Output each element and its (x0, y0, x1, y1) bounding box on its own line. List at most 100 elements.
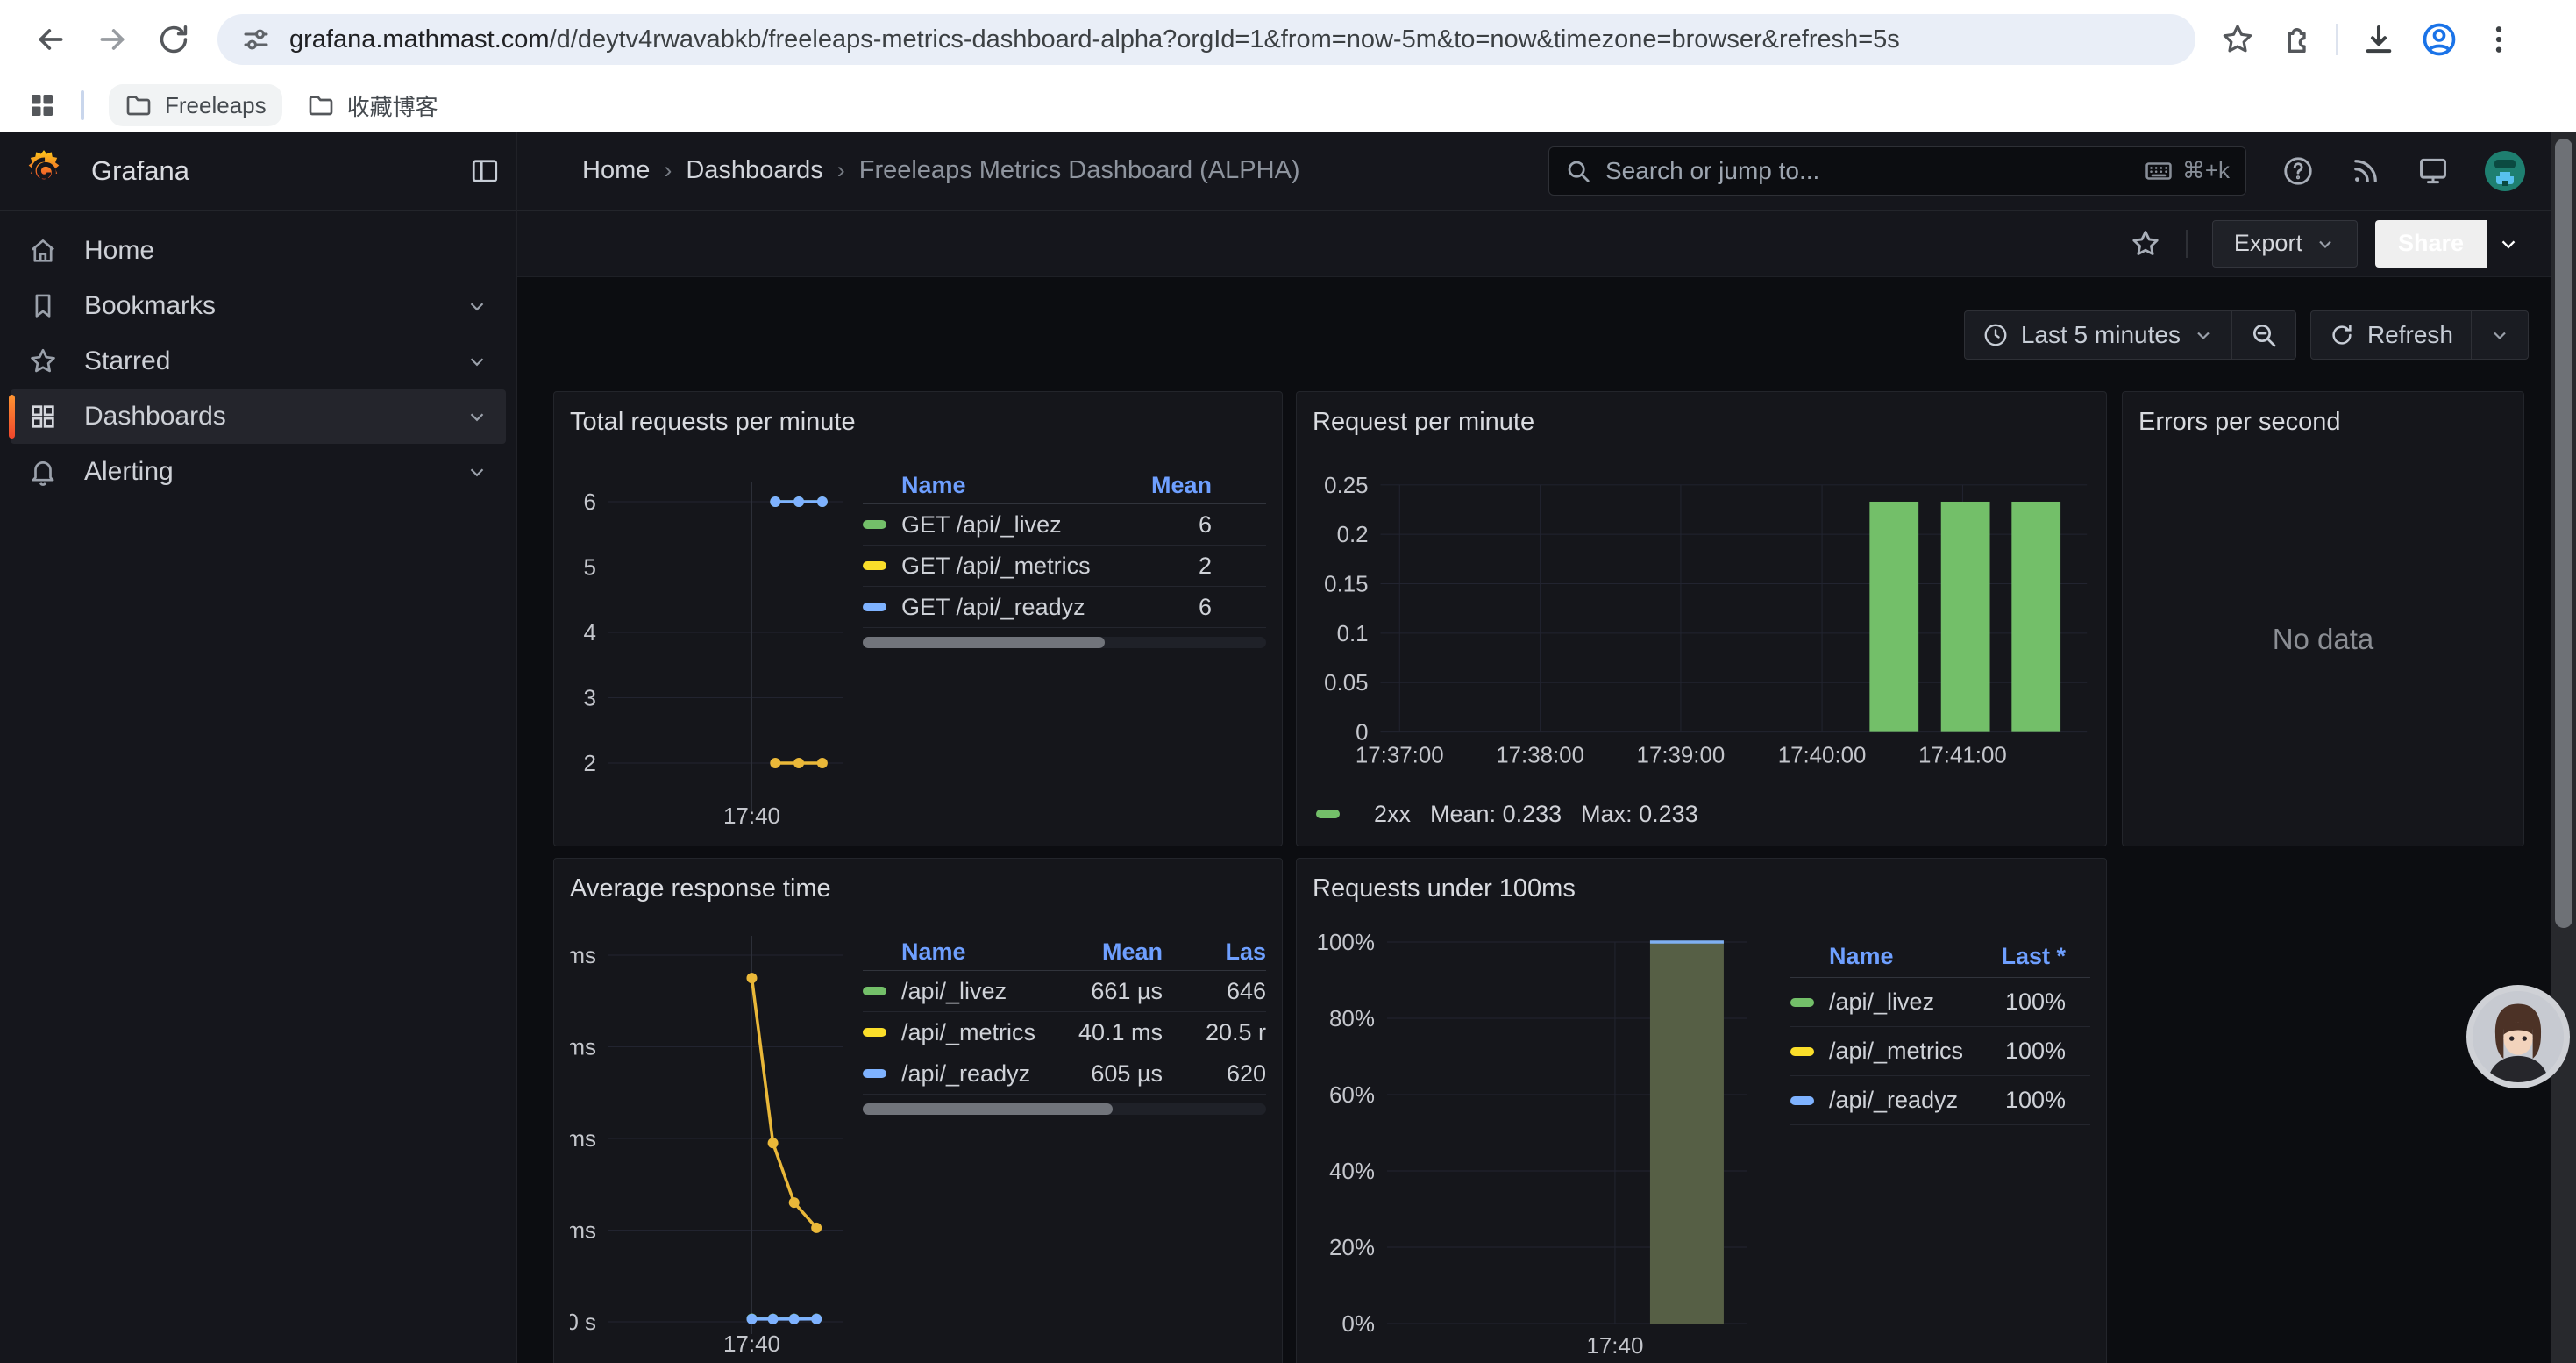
svg-text:20%: 20% (1329, 1234, 1375, 1260)
refresh-interval-button[interactable] (2472, 311, 2528, 359)
panel-title[interactable]: Errors per second (2138, 404, 2508, 445)
share-menu-button[interactable] (2488, 220, 2529, 268)
sidebar-item-home[interactable]: Home (11, 224, 506, 278)
page-scrollbar[interactable] (2551, 132, 2576, 1363)
favorite-star-icon[interactable] (2130, 228, 2161, 260)
apps-grid-icon[interactable] (26, 89, 58, 121)
legend-row[interactable]: GET /api/_readyz 6 (863, 587, 1266, 628)
monitor-icon[interactable] (2416, 154, 2450, 188)
series-swatch (863, 987, 886, 995)
time-range-picker[interactable]: Last 5 minutes (1965, 311, 2231, 359)
chevron-down-icon (2315, 233, 2336, 254)
user-avatar[interactable] (2485, 151, 2525, 191)
breadcrumb-separator: › (664, 157, 672, 184)
share-button[interactable]: Share (2375, 220, 2487, 268)
bookmark-label: 收藏博客 (347, 89, 438, 122)
export-button[interactable]: Export (2212, 220, 2358, 268)
bookmarks-divider (81, 90, 84, 120)
bookmark-label: Freeleaps (165, 92, 267, 119)
panel-title[interactable]: Total requests per minute (570, 404, 1266, 445)
legend-line[interactable]: 2xx Mean: 0.233 Max: 0.233 (1313, 795, 2090, 833)
bell-icon (28, 457, 58, 487)
screen: grafana.mathmast.com/d/deytv4rwavabkb/fr… (0, 0, 2576, 1363)
sidebar-item-label: Starred (84, 346, 466, 376)
series-swatch (863, 561, 886, 570)
chevron-down-icon (466, 405, 488, 428)
legend-row[interactable]: /api/_livez 661 µs 646 (863, 971, 1266, 1012)
svg-text:40%: 40% (1329, 1158, 1375, 1184)
chevron-down-icon (466, 460, 488, 483)
series-swatch (1790, 1096, 1814, 1105)
legend-scrollbar[interactable] (863, 637, 1266, 648)
grafana-logo[interactable] (21, 148, 67, 194)
browser-forward-button[interactable] (88, 15, 137, 64)
chart-request-per-minute[interactable]: 0.250.20.150.10.05017:37:0017:38:0017:39… (1313, 445, 2096, 795)
svg-text:20 ms: 20 ms (570, 1217, 596, 1244)
chart-average-response-time[interactable]: 80 ms60 ms40 ms20 ms0 s17:40 (570, 911, 849, 1363)
legend-row[interactable]: /api/_metrics 100% (1790, 1027, 2090, 1076)
download-icon[interactable] (2360, 21, 2397, 58)
panel-title[interactable]: Requests under 100ms (1313, 871, 2090, 911)
dashboard-canvas: Last 5 minutes Refresh (517, 277, 2551, 1363)
breadcrumb-separator: › (837, 157, 845, 184)
scrollbar-thumb[interactable] (2555, 139, 2572, 928)
browser-toolbar: grafana.mathmast.com/d/deytv4rwavabkb/fr… (0, 0, 2576, 79)
search-input[interactable]: Search or jump to... ⌘+k (1548, 146, 2246, 196)
dashboards-grid-icon (28, 402, 58, 432)
zoom-out-button[interactable] (2232, 311, 2295, 359)
extensions-icon[interactable] (2278, 22, 2313, 57)
breadcrumb-current: Freeleaps Metrics Dashboard (ALPHA) (859, 156, 1300, 185)
sidebar-collapse-icon[interactable] (469, 155, 501, 187)
time-controls: Last 5 minutes Refresh (517, 310, 2529, 360)
chart-requests-under-100ms[interactable]: 100%80%60%40%20%0%17:40 (1313, 911, 1790, 1363)
legend-row[interactable]: /api/_readyz 605 µs 620 (863, 1053, 1266, 1095)
bookmark-folder-blogs[interactable]: 收藏博客 (291, 82, 454, 129)
svg-text:0.1: 0.1 (1337, 622, 1369, 646)
legend-header: Name Mean (863, 467, 1266, 504)
series-swatch (863, 1069, 886, 1078)
browser-reload-button[interactable] (149, 15, 198, 64)
bookmark-folder-freeleaps[interactable]: Freeleaps (109, 84, 282, 126)
browser-menu-icon[interactable] (2481, 22, 2516, 57)
sidebar-item-alerting[interactable]: Alerting (11, 445, 506, 499)
bookmark-star-icon[interactable] (2220, 22, 2255, 57)
sidebar-item-bookmarks[interactable]: Bookmarks (11, 279, 506, 333)
folder-icon (125, 91, 153, 119)
help-icon[interactable] (2281, 154, 2315, 188)
sidebar-item-starred[interactable]: Starred (11, 334, 506, 389)
site-settings-icon[interactable] (240, 24, 272, 55)
panel-request-per-minute: Request per minute 0.250.20.150.10.05017… (1296, 391, 2107, 846)
svg-text:17:40:00: 17:40:00 (1778, 743, 1867, 767)
svg-text:3: 3 (584, 685, 596, 711)
search-placeholder: Search or jump to... (1605, 157, 2144, 185)
legend-scrollbar[interactable] (863, 1103, 1266, 1115)
browser-back-button[interactable] (26, 15, 75, 64)
breadcrumb-home[interactable]: Home (582, 156, 650, 185)
legend-row[interactable]: /api/_livez 100% (1790, 978, 2090, 1027)
chart-total-requests[interactable]: 6543217:40 (570, 445, 849, 835)
keyboard-icon (2144, 156, 2174, 186)
floating-assistant-avatar[interactable] (2473, 991, 2564, 1082)
brand-name: Grafana (91, 155, 469, 187)
panel-title[interactable]: Average response time (570, 871, 1266, 911)
legend-row[interactable]: /api/_readyz 100% (1790, 1076, 2090, 1125)
legend-row[interactable]: GET /api/_metrics 2 (863, 546, 1266, 587)
panel-title[interactable]: Request per minute (1313, 404, 2090, 445)
url-bar[interactable]: grafana.mathmast.com/d/deytv4rwavabkb/fr… (217, 14, 2195, 65)
svg-text:0.25: 0.25 (1324, 474, 1368, 498)
svg-text:17:37:00: 17:37:00 (1356, 743, 1444, 767)
svg-text:60%: 60% (1329, 1081, 1375, 1108)
toolbar-divider (2336, 24, 2338, 55)
chevron-down-icon (466, 350, 488, 373)
panel-errors-per-second: Errors per second No data (2122, 391, 2524, 846)
time-range-label: Last 5 minutes (2021, 321, 2181, 349)
news-rss-icon[interactable] (2350, 155, 2381, 187)
profile-icon[interactable] (2420, 20, 2459, 59)
sidebar-item-dashboards[interactable]: Dashboards (11, 389, 506, 444)
refresh-button[interactable]: Refresh (2311, 311, 2471, 359)
legend-row[interactable]: /api/_metrics 40.1 ms 20.5 r (863, 1012, 1266, 1053)
grafana-app: Grafana Home Bookmarks Starred (0, 132, 2576, 1363)
legend-row[interactable]: GET /api/_livez 6 (863, 504, 1266, 546)
svg-text:0%: 0% (1341, 1310, 1375, 1337)
breadcrumb-dashboards[interactable]: Dashboards (686, 156, 822, 185)
